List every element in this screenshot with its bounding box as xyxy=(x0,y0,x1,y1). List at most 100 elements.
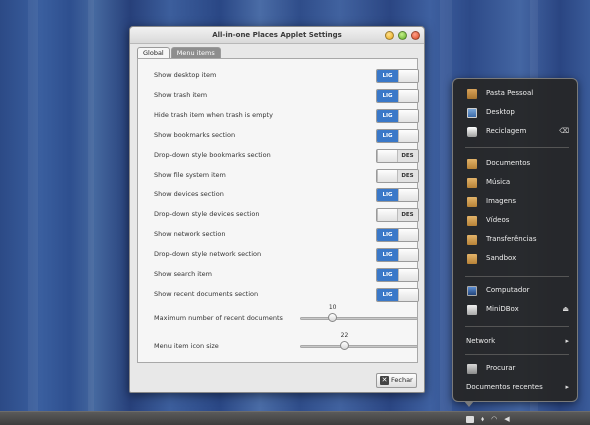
eject-icon[interactable]: ⏏ xyxy=(562,305,569,313)
toggle-state: LIG xyxy=(377,288,398,301)
menu-item-label: Desktop xyxy=(486,108,515,116)
menu-separator xyxy=(465,354,569,355)
slider-label: Menu item icon size xyxy=(154,342,219,350)
toggle-label: Drop-down style network section xyxy=(154,250,262,259)
places-menu: Pasta Pessoal Desktop Reciclagem ⌫ Documento… xyxy=(452,78,578,407)
toggle-switch[interactable]: DES xyxy=(376,168,419,183)
wallpaper-streak xyxy=(88,0,94,411)
menu-item-device[interactable]: MiniDBox ⏏ xyxy=(465,304,569,318)
menu-item-bookmark[interactable]: Transferências xyxy=(465,234,569,248)
slider-thumb[interactable] xyxy=(339,341,349,350)
menu-separator xyxy=(465,276,569,277)
menu-item-device[interactable]: Computador xyxy=(465,285,569,299)
slider-row-icon-size: Menu item icon size 22 xyxy=(154,332,418,354)
menu-item-bookmark[interactable]: Sandbox xyxy=(465,253,569,267)
toggle-knob xyxy=(398,288,418,301)
toggle-row: Drop-down style bookmarks section DES xyxy=(154,148,419,163)
menu-item-bookmark[interactable]: Música xyxy=(465,177,569,191)
menu-item-desktop[interactable]: Desktop xyxy=(465,107,569,121)
slider-label: Maximum number of recent documents xyxy=(154,314,283,322)
toggle-label: Drop-down style bookmarks section xyxy=(154,150,271,159)
slider-thumb[interactable] xyxy=(327,313,337,322)
toggle-switch[interactable]: LIG xyxy=(376,188,419,203)
folder-icon xyxy=(467,159,477,169)
menu-item-recent-documents[interactable]: Documentos recentes ▸ xyxy=(465,382,569,396)
maximize-button[interactable] xyxy=(398,31,407,40)
close-window-button[interactable] xyxy=(411,31,420,40)
toggle-row: Show search item LIG xyxy=(154,268,419,282)
slider-track[interactable] xyxy=(300,345,418,348)
empty-trash-icon[interactable]: ⌫ xyxy=(559,127,569,135)
minimize-button[interactable] xyxy=(385,31,394,40)
toggle-switch[interactable]: LIG xyxy=(376,248,419,263)
folder-icon xyxy=(467,197,477,207)
toggle-row: Show recent documents section LIG xyxy=(154,287,419,302)
menu-item-label: Sandbox xyxy=(486,254,517,262)
wallpaper-streak xyxy=(440,0,452,411)
toggle-state: LIG xyxy=(377,229,398,242)
drive-icon xyxy=(467,305,477,315)
menu-item-label: MiniDBox xyxy=(486,305,519,313)
toggle-switch[interactable]: DES xyxy=(376,208,419,223)
toggle-switch[interactable]: LIG xyxy=(376,287,419,302)
menu-item-reciclagem[interactable]: Reciclagem ⌫ xyxy=(465,126,569,140)
toggle-state: LIG xyxy=(377,70,398,82)
slider-value: 10 xyxy=(328,304,337,311)
menu-item-pasta-pessoal[interactable]: Pasta Pessoal xyxy=(465,88,569,102)
toggle-state: DES xyxy=(397,209,418,222)
toggle-state: LIG xyxy=(377,109,398,122)
toggle-label: Show bookmarks section xyxy=(154,130,236,139)
folder-icon xyxy=(467,216,477,226)
menu-item-bookmark[interactable]: Vídeos xyxy=(465,215,569,229)
menu-item-label: Música xyxy=(486,178,511,186)
toggle-switch[interactable]: LIG xyxy=(376,268,419,282)
toggle-switch[interactable]: LIG xyxy=(376,108,419,123)
toggle-row: Show network section LIG xyxy=(154,228,419,243)
slider-track[interactable] xyxy=(300,317,418,320)
toggle-row: Drop-down style devices section DES xyxy=(154,208,419,223)
volume-tray-icon[interactable]: ◀ xyxy=(504,414,509,424)
toggle-state: LIG xyxy=(377,249,398,262)
menu-item-search[interactable]: Procurar xyxy=(465,363,569,377)
menu-separator xyxy=(465,147,569,148)
menu-item-bookmark[interactable]: Imagens xyxy=(465,196,569,210)
menu-item-label: Vídeos xyxy=(486,216,510,224)
menu-item-label: Documentos xyxy=(486,159,531,167)
slider-value: 22 xyxy=(340,332,349,339)
toggle-label: Show devices section xyxy=(154,190,224,199)
toggle-row: Show trash item LIG xyxy=(154,88,419,103)
menu-item-label: Procurar xyxy=(486,364,516,372)
menu-item-label: Network xyxy=(466,337,496,345)
toggle-row: Hide trash item when trash is empty LIG xyxy=(154,108,419,123)
toggle-knob xyxy=(398,70,418,82)
toggle-switch[interactable]: LIG xyxy=(376,88,419,103)
submenu-arrow-icon: ▸ xyxy=(565,337,569,345)
toggle-knob xyxy=(398,189,418,202)
computer-icon xyxy=(467,286,477,296)
submenu-arrow-icon: ▸ xyxy=(565,383,569,391)
network-tray-icon[interactable]: ⬧ xyxy=(481,414,484,424)
toggle-switch[interactable]: LIG xyxy=(376,69,419,83)
trash-icon xyxy=(467,127,477,137)
toggle-switch[interactable]: DES xyxy=(376,148,419,163)
toggle-state: LIG xyxy=(377,269,398,281)
places-applet-icon[interactable] xyxy=(466,416,474,423)
toggle-state: LIG xyxy=(377,129,398,142)
close-icon: ✕ xyxy=(380,376,389,385)
wifi-tray-icon[interactable]: ◠ xyxy=(491,414,497,424)
close-button[interactable]: ✕ Fechar xyxy=(376,373,417,388)
toggle-label: Show network section xyxy=(154,230,226,239)
menu-item-bookmark[interactable]: Documentos xyxy=(465,158,569,172)
settings-panel: Show desktop item LIG Show trash item LIG Hi… xyxy=(137,58,419,363)
taskbar: ⬧ ◠ ◀ xyxy=(0,411,590,425)
menu-item-network[interactable]: Network ▸ xyxy=(465,336,569,350)
settings-window: All-in-one Places Applet Settings Global… xyxy=(129,26,425,393)
menu-item-label: Reciclagem xyxy=(486,127,527,135)
toggle-label: Show trash item xyxy=(154,90,208,99)
menu-item-label: Transferências xyxy=(486,235,537,243)
window-titlebar[interactable]: All-in-one Places Applet Settings xyxy=(130,27,424,44)
slider-row-max-recent: Maximum number of recent documents 10 xyxy=(154,304,418,326)
toggle-switch[interactable]: LIG xyxy=(376,228,419,243)
toggle-switch[interactable]: LIG xyxy=(376,128,419,143)
toggle-knob xyxy=(398,129,418,142)
